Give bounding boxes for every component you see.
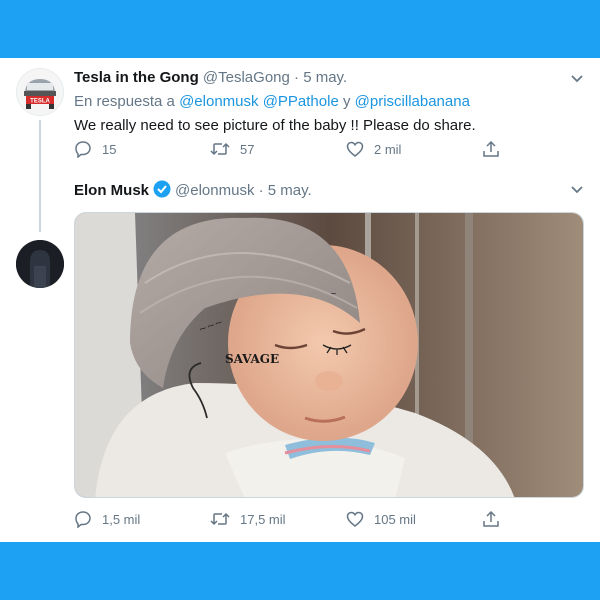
retweet-button[interactable]: 17,5 mil (210, 510, 346, 528)
reply-icon (75, 141, 91, 158)
reply-prefix: En respuesta a (74, 93, 175, 110)
like-count: 2 mil (374, 141, 402, 157)
like-icon (346, 141, 364, 157)
chevron-down-icon[interactable] (568, 70, 586, 88)
like-button[interactable]: 105 mil (346, 510, 482, 528)
tweet2-author-handle[interactable]: @elonmusk (175, 182, 254, 199)
tweet1-actions: 15 57 2 mil (74, 140, 512, 158)
avatar-figure (16, 240, 64, 288)
share-icon (483, 510, 499, 527)
tweet1-date[interactable]: · 5 may. (294, 69, 347, 86)
verified-icon (153, 180, 171, 198)
reply-and: y (342, 93, 351, 110)
tweet2-header: Elon Musk @elonmusk · 5 may. (74, 180, 312, 199)
mention-link[interactable]: @PPathole (263, 93, 339, 110)
baby-photo[interactable]: ~~~ SAVAGE ~ (74, 212, 584, 498)
tweet2-author-name[interactable]: Elon Musk (74, 182, 149, 199)
chevron-down-icon[interactable] (568, 181, 586, 199)
share-button[interactable] (482, 510, 512, 528)
reply-button[interactable]: 15 (74, 140, 210, 158)
thread-connector-line (39, 120, 41, 232)
tweet1-header: Tesla in the Gong @TeslaGong · 5 may. (74, 69, 347, 86)
like-icon (346, 511, 364, 527)
baby-photo-image: ~~~ SAVAGE ~ (75, 213, 583, 497)
retweet-icon (210, 142, 230, 156)
tweet1-author-name[interactable]: Tesla in the Gong (74, 69, 199, 86)
mention-link[interactable]: @elonmusk (179, 93, 258, 110)
retweet-button[interactable]: 57 (210, 140, 346, 158)
svg-text:~: ~ (330, 289, 337, 298)
svg-text:TESLA: TESLA (30, 99, 50, 105)
tweet2-actions: 1,5 mil 17,5 mil 105 mil (74, 510, 512, 528)
reply-icon (75, 511, 91, 528)
reply-count: 15 (102, 141, 117, 157)
reply-context: En respuesta a @elonmusk @PPathole y @pr… (74, 93, 470, 110)
tweet-thread-card: TESLA Tesla in the Gong @TeslaGong · 5 m… (0, 58, 600, 542)
like-button[interactable]: 2 mil (346, 140, 482, 158)
mention-link[interactable]: @priscillabanana (355, 93, 470, 110)
tweet1-author-handle[interactable]: @TeslaGong (203, 69, 290, 86)
tesla-car-logo: TESLA (24, 79, 56, 109)
tesla-in-the-gong-avatar[interactable]: TESLA (16, 68, 64, 116)
tweet1-text: We really need to see picture of the bab… (74, 117, 476, 134)
retweet-icon (210, 512, 230, 526)
share-button[interactable] (482, 140, 512, 158)
retweet-count: 17,5 mil (240, 511, 286, 527)
retweet-count: 57 (240, 141, 255, 157)
reply-button[interactable]: 1,5 mil (74, 510, 210, 528)
tweet2-date[interactable]: · 5 may. (259, 182, 312, 199)
reply-count: 1,5 mil (102, 511, 141, 527)
like-count: 105 mil (374, 511, 416, 527)
face-tattoo-text: SAVAGE (225, 352, 279, 366)
share-icon (483, 140, 499, 157)
elon-musk-avatar[interactable] (16, 240, 64, 288)
